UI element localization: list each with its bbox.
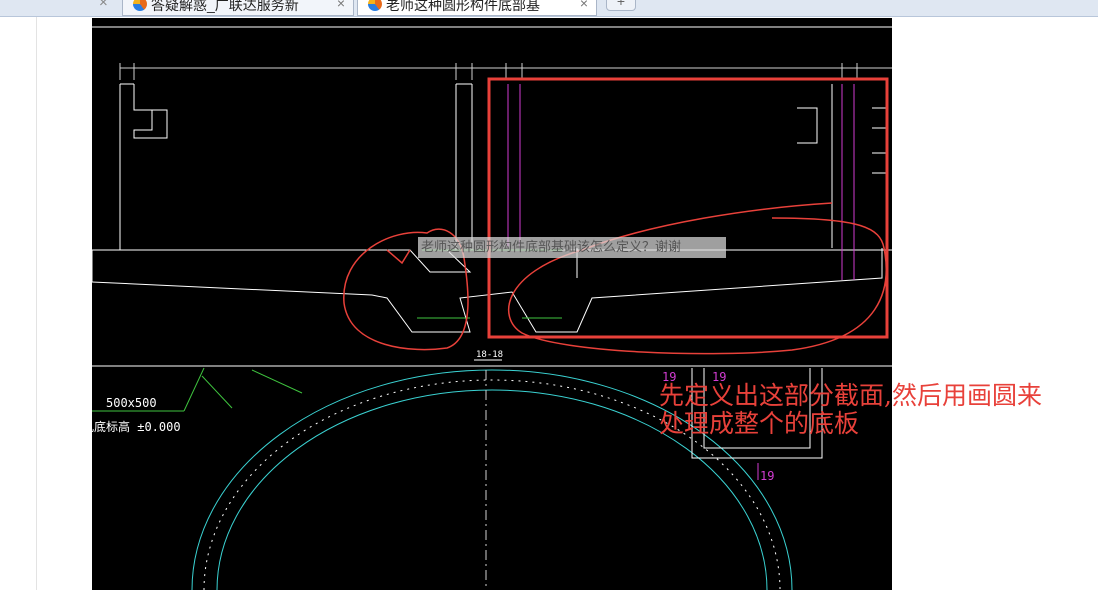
cad-drawing bbox=[92, 26, 892, 590]
red-annotation-text: 先定义出这部分截面,然后用画圆来 处理成整个的底板 bbox=[659, 382, 1089, 438]
axis-label-19: 19 bbox=[760, 469, 775, 483]
site-favicon-icon bbox=[133, 0, 147, 11]
annotation-line-1: 先定义出这部分截面,然后用画圆来 bbox=[659, 381, 1042, 410]
browser-tab-bar: × 答疑解惑_广联达服务新 × 老师这种圆形构件底部基 × + bbox=[0, 0, 1098, 17]
cad-screenshot-image: 18-18 500x500 孔底标高 ±0.000 19 19 19 bbox=[82, 18, 892, 590]
tab-question-active[interactable]: 老师这种圆形构件底部基 × bbox=[357, 0, 597, 16]
section-mark-label: 18-18 bbox=[476, 350, 504, 360]
image-caption-overlay: 老师这种圆形构件底部基础该怎么定义？谢谢 bbox=[418, 237, 726, 258]
prev-tab-close-icon[interactable]: × bbox=[99, 0, 108, 11]
tab-title: 答疑解惑_广联达服务新 bbox=[151, 0, 299, 13]
tab-qa-service[interactable]: 答疑解惑_广联达服务新 × bbox=[122, 0, 354, 16]
annotation-line-2: 处理成整个的底板 bbox=[659, 409, 860, 438]
tab-title: 老师这种圆形构件底部基 bbox=[386, 0, 540, 13]
tab-close-icon[interactable]: × bbox=[337, 0, 345, 11]
opening-size-label: 500x500 bbox=[106, 396, 157, 410]
page-left-border bbox=[36, 17, 37, 590]
bottom-elevation-label: 孔底标高 ±0.000 bbox=[82, 420, 181, 434]
tab-close-icon[interactable]: × bbox=[580, 0, 588, 11]
site-favicon-icon bbox=[368, 0, 382, 11]
new-tab-button[interactable]: + bbox=[606, 0, 636, 11]
